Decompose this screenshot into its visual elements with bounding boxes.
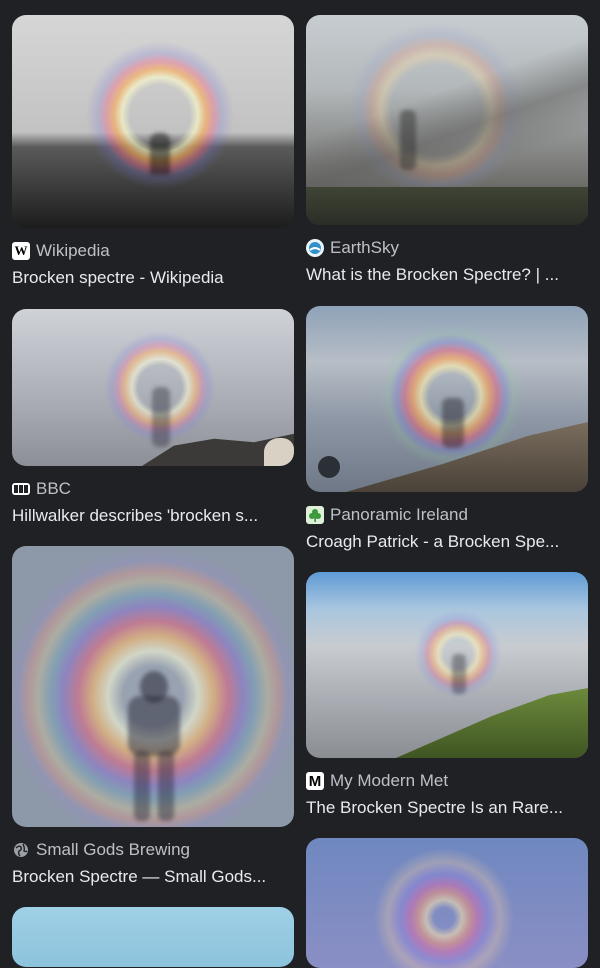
result-card-partial[interactable] (12, 907, 294, 967)
result-image[interactable] (12, 15, 294, 228)
result-source[interactable]: EarthSky (330, 238, 399, 258)
result-title[interactable]: Brocken spectre - Wikipedia (12, 268, 294, 288)
result-source[interactable]: Panoramic Ireland (330, 505, 468, 525)
result-card-earthsky[interactable]: EarthSky What is the Brocken Spectre? | … (306, 15, 588, 285)
bbc-icon (12, 483, 30, 495)
shamrock-icon (306, 506, 324, 524)
result-title[interactable]: The Brocken Spectre Is an Rare... (306, 798, 588, 818)
result-card-wikipedia[interactable]: W Wikipedia Brocken spectre - Wikipedia (12, 15, 294, 288)
result-card-small-gods-brewing[interactable]: Small Gods Brewing Brocken Spectre — Sma… (12, 546, 294, 887)
result-source[interactable]: My Modern Met (330, 771, 448, 791)
result-card-panoramic-ireland[interactable]: Panoramic Ireland Croagh Patrick - a Bro… (306, 306, 588, 552)
earthsky-icon (306, 239, 324, 257)
result-image[interactable] (306, 838, 588, 968)
result-image[interactable] (12, 309, 294, 466)
result-image[interactable] (306, 15, 588, 225)
result-image[interactable] (306, 572, 588, 758)
result-source[interactable]: Wikipedia (36, 241, 110, 261)
result-image[interactable] (306, 306, 588, 492)
wikipedia-w-icon: W (12, 242, 30, 260)
result-image[interactable] (12, 907, 294, 967)
result-card-bbc[interactable]: BBC Hillwalker describes 'brocken s... (12, 309, 294, 526)
result-source[interactable]: BBC (36, 479, 71, 499)
result-card-partial[interactable] (306, 838, 588, 968)
result-title[interactable]: Brocken Spectre — Small Gods... (12, 867, 294, 887)
result-title[interactable]: What is the Brocken Spectre? | ... (306, 265, 588, 285)
globe-icon (12, 841, 30, 859)
result-title[interactable]: Croagh Patrick - a Brocken Spe... (306, 532, 588, 552)
result-source[interactable]: Small Gods Brewing (36, 840, 190, 860)
result-title[interactable]: Hillwalker describes 'brocken s... (12, 506, 294, 526)
result-image[interactable] (12, 546, 294, 827)
result-card-my-modern-met[interactable]: M My Modern Met The Brocken Spectre Is a… (306, 572, 588, 818)
mymodernmet-m-icon: M (306, 772, 324, 790)
logo-badge (318, 456, 340, 478)
